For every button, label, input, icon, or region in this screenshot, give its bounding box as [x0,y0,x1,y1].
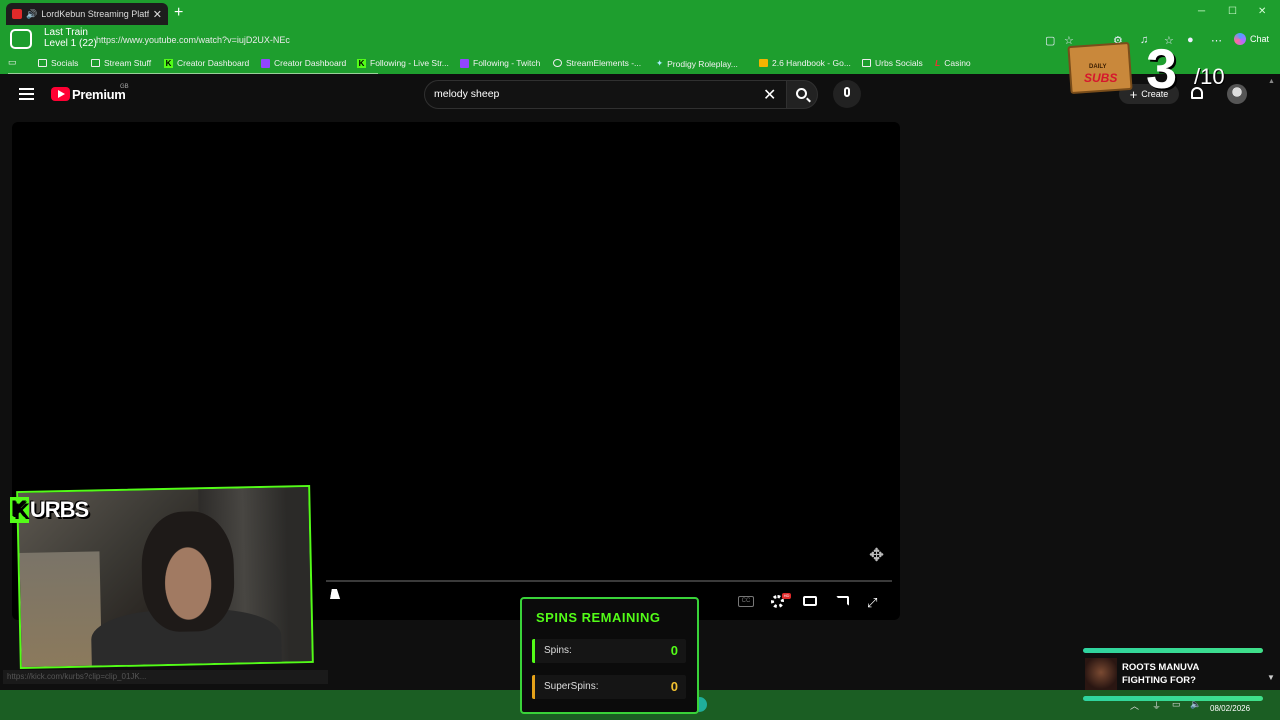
search-input[interactable]: melody sheep [434,88,499,100]
spins-label: Spins: [544,645,572,656]
folder-icon [38,59,47,67]
copilot-chat-button[interactable]: Chat [1234,33,1269,45]
daily-subs-label-subs: SUBS [1084,71,1118,85]
kick-icon: K [164,58,173,68]
expand-chevron-icon[interactable]: ▼ [1267,673,1275,682]
mouse-cursor-icon [330,589,342,599]
close-window-button[interactable]: ✕ [1258,6,1266,17]
bookmark-streamelements[interactable]: StreamElements -... [553,58,641,68]
reading-list-icon[interactable]: ▭ [8,57,17,68]
doc-icon [759,59,768,67]
new-tab-button[interactable]: + [174,4,183,22]
bookmark-handbook[interactable]: 2.6 Handbook - Go... [759,58,851,68]
streamelements-icon [553,59,562,67]
bookmark-stream-stuff[interactable]: Stream Stuff [91,58,151,68]
daily-subs-count: 3 [1146,37,1178,100]
close-tab-icon[interactable]: ✕ [153,8,162,21]
account-avatar[interactable] [1227,84,1247,104]
folder-icon [862,59,871,67]
twitch-icon [261,58,270,68]
minimize-button[interactable]: ─ [1198,6,1205,17]
bookmark-following-kick[interactable]: K Following - Live Str... [357,58,449,68]
spins-value: 0 [670,643,678,658]
status-bar-url: https://kick.com/kurbs?clip=clip_01JK... [3,670,328,684]
spins-row: Spins: 0 [532,639,686,663]
channel-logo-text: URBS [29,497,89,522]
youtube-premium-logo[interactable]: Premium [72,87,126,102]
superspins-row: SuperSpins: 0 [532,675,686,699]
clear-search-icon[interactable]: ✕ [763,85,776,105]
twitch-icon [460,58,469,68]
superspins-value: 0 [670,679,678,694]
daily-subs-label-daily: DAILY [1089,64,1107,70]
search-icon [796,88,807,99]
menu-icon[interactable] [19,88,34,100]
bookmark-urbs-socials[interactable]: Urbs Socials [862,58,923,68]
bookmark-following-twitch[interactable]: Following - Twitch [460,58,540,68]
fullscreen-icon[interactable]: ⤢ [867,595,877,611]
superspins-label: SuperSpins: [544,681,599,692]
copilot-icon [1234,33,1246,45]
hd-badge: HD [782,593,791,599]
last-train-level: Level 1 (22) [44,38,97,49]
kick-icon: K [357,58,366,68]
video-progress-bar[interactable] [326,580,892,582]
profile-icon[interactable]: ● [1187,34,1194,46]
last-train-title: Last Train [44,27,88,38]
bookmark-kick-creator-dashboard[interactable]: K Creator Dashboard [164,58,249,68]
taskbar-date: 08/02/2026 [1210,704,1251,713]
casino-icon: L [935,58,941,68]
kurbs-channel-logo: K URBS [10,497,89,523]
microphone-icon [844,87,850,97]
train-icon [10,29,32,49]
miniplayer-icon[interactable] [803,596,817,606]
bookmark-prodigy[interactable]: ✦ Prodigy Roleplay... [656,58,738,69]
maximize-button[interactable]: ☐ [1228,6,1237,17]
webcam-person-head [140,510,236,633]
browser-tab-active[interactable]: 🔊 LordKebun Streaming Platform ✕ [6,3,168,25]
split-view-icon[interactable]: ▢ [1045,34,1055,47]
bookmark-twitch-creator-dashboard[interactable]: Creator Dashboard [261,58,346,68]
now-playing-artist: ROOTS MANUVA [1122,662,1200,673]
spins-title: SPINS REMAINING [536,610,661,625]
album-art [1085,658,1117,690]
webcam-background-shelf [19,551,102,670]
browser-tabstrip [0,0,1280,28]
youtube-logo-icon[interactable] [51,87,70,101]
now-playing-top-bar [1083,648,1263,653]
tab-title: LordKebun Streaming Platform [41,9,149,19]
gamepad-icon: ✥ [869,545,885,565]
daily-subs-goal: /10 [1194,64,1225,89]
last-train-overlay: Last Train Level 1 (22) [44,27,97,49]
cast-icon[interactable] [836,596,849,606]
now-playing-track: FIGHTING FOR? [1122,675,1196,686]
speaker-icon[interactable]: 🔊 [26,9,37,20]
now-playing-progress-bar [1083,696,1263,701]
captions-button[interactable]: CC [738,596,754,607]
kick-logo-letter: K [10,497,29,523]
folder-icon [91,59,100,67]
youtube-favicon-icon [12,9,22,19]
bookmark-socials[interactable]: Socials [38,58,78,68]
more-options-icon[interactable]: ⋯ [1211,34,1222,47]
address-url[interactable]: https://www.youtube.com/watch?v=iujD2UX-… [96,35,290,45]
region-code: GB [120,84,129,90]
chat-label: Chat [1250,34,1270,44]
bookmark-casino[interactable]: L Casino [935,58,971,68]
prodigy-icon: ✦ [656,58,664,68]
scroll-up-arrow-icon[interactable]: ▲ [1268,78,1275,85]
